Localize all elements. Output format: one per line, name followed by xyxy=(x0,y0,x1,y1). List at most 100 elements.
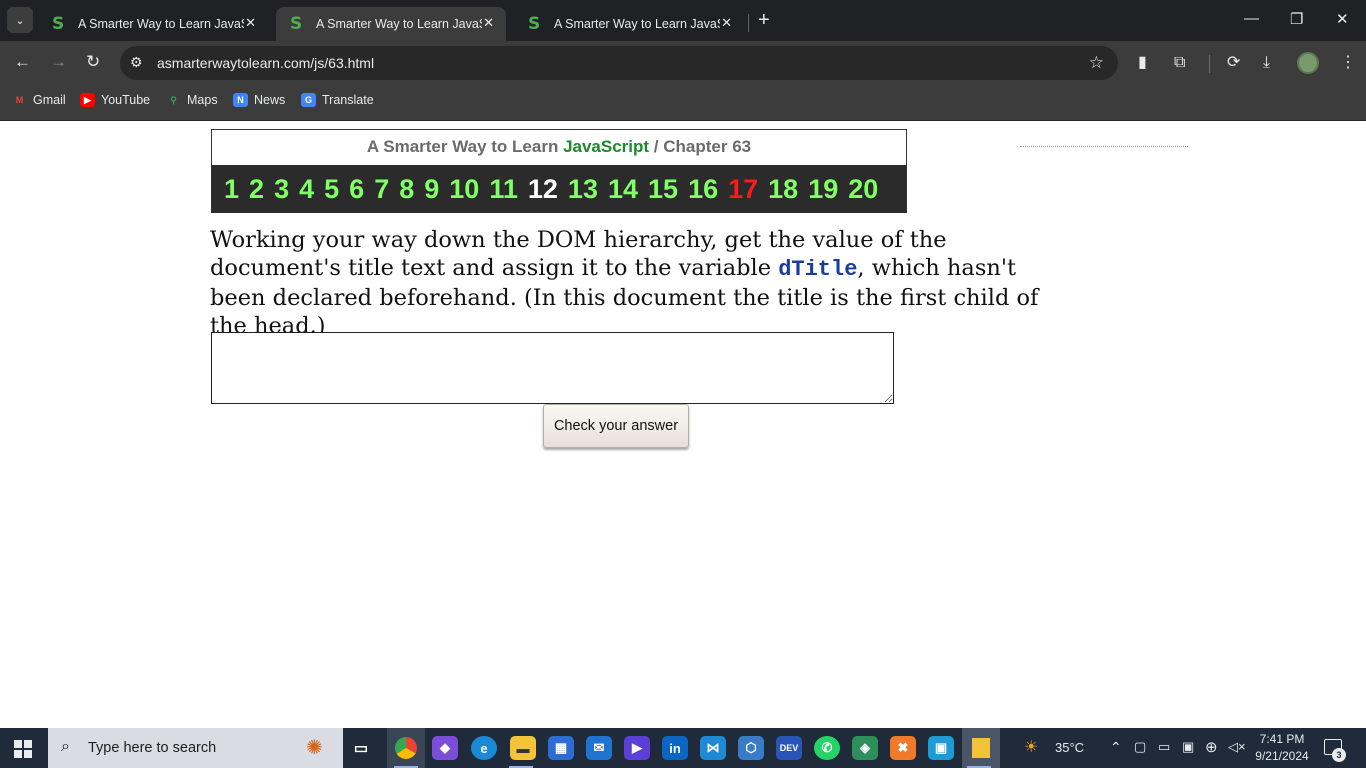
task-view-icon[interactable]: ▭ xyxy=(348,736,374,760)
devcpp-icon[interactable]: DEV xyxy=(776,736,802,760)
exercise-current-12: 12 xyxy=(527,174,558,204)
linkedin-icon[interactable]: in xyxy=(662,736,688,760)
taskbar-clock[interactable]: 7:41 PM 9/21/2024 xyxy=(1252,731,1312,765)
tab-2-active[interactable]: S A Smarter Way to Learn JavaScript ✕ xyxy=(276,7,506,41)
search-icon: ⌕ xyxy=(61,738,70,755)
news-icon: N xyxy=(233,93,248,107)
close-tab-icon[interactable]: ✕ xyxy=(245,15,256,31)
download-icon[interactable]: ⤓ xyxy=(1263,53,1270,73)
edge-icon[interactable]: e xyxy=(471,736,497,760)
dotted-divider xyxy=(1020,146,1188,147)
exercise-link-15[interactable]: 15 xyxy=(648,165,678,213)
answer-textarea[interactable] xyxy=(211,332,894,404)
site-favicon-icon: S xyxy=(528,14,541,34)
tab-1[interactable]: S A Smarter Way to Learn JavaScript ✕ xyxy=(38,7,268,41)
bookmark-news[interactable]: N News xyxy=(233,93,285,107)
display-icon[interactable]: ▣ xyxy=(1182,739,1194,755)
browser-toolbar: ← → ↻ ⚙ asmarterwaytolearn.com/js/63.htm… xyxy=(0,41,1366,85)
exercise-instruction: Working your way down the DOM hierarchy,… xyxy=(210,226,1040,340)
whatsapp-icon[interactable]: ✆ xyxy=(814,736,840,760)
exercise-link-9[interactable]: 9 xyxy=(424,165,439,213)
bookmark-translate[interactable]: G Translate xyxy=(301,93,374,107)
exercise-link-6[interactable]: 6 xyxy=(349,165,364,213)
xampp-icon[interactable]: ✖ xyxy=(890,736,916,760)
exercise-link-1[interactable]: 1 xyxy=(224,165,239,213)
exercise-link-2[interactable]: 2 xyxy=(249,165,264,213)
extension-icon[interactable]: ▮ xyxy=(1138,53,1147,73)
back-button[interactable]: ← xyxy=(14,52,31,72)
taskbar-search[interactable]: ⌕ Type here to search ✺ xyxy=(48,728,343,768)
book-title-text: A Smarter Way to Learn xyxy=(366,137,564,156)
bookmark-youtube[interactable]: ▶ YouTube xyxy=(80,93,150,107)
media-player-icon[interactable]: ▶ xyxy=(624,736,650,760)
chrome-icon[interactable] xyxy=(387,728,425,768)
close-window-icon[interactable]: ✕ xyxy=(1336,10,1349,28)
exercise-link-10[interactable]: 10 xyxy=(449,165,479,213)
tab-3[interactable]: S A Smarter Way to Learn JavaScript ✕ xyxy=(514,7,744,41)
exercise-link-19[interactable]: 19 xyxy=(808,165,838,213)
microsoft-store-icon[interactable]: ▦ xyxy=(548,736,574,760)
tab-title: A Smarter Way to Learn JavaScript xyxy=(78,17,244,31)
exercise-link-14[interactable]: 14 xyxy=(608,165,638,213)
vscode-icon[interactable]: ⋈ xyxy=(700,736,726,760)
mail-icon[interactable]: ✉ xyxy=(586,736,612,760)
chapter-number: Chapter 63 xyxy=(663,137,752,156)
javascript-highlight: JavaScript xyxy=(563,137,650,156)
exercise-link-4[interactable]: 4 xyxy=(299,165,314,213)
exercise-link-11[interactable]: 11 xyxy=(489,165,518,213)
clock-date: 9/21/2024 xyxy=(1255,749,1309,763)
maps-icon: ⚲ xyxy=(170,95,177,105)
git-icon[interactable]: ◈ xyxy=(852,736,878,760)
more-menu-icon[interactable]: ⋮ xyxy=(1340,53,1356,73)
minimize-icon[interactable]: — xyxy=(1244,10,1259,27)
profile-avatar[interactable] xyxy=(1297,52,1319,74)
performance-icon[interactable]: ⟳ xyxy=(1227,53,1240,73)
meet-icon[interactable]: ▢ xyxy=(1134,739,1146,755)
battery-icon[interactable]: ▭ xyxy=(1158,739,1170,755)
exercise-link-20[interactable]: 20 xyxy=(848,165,878,213)
check-answer-button[interactable]: Check your answer xyxy=(543,404,689,448)
exercise-link-7[interactable]: 7 xyxy=(374,165,389,213)
browser-tab-strip: ⌄ S A Smarter Way to Learn JavaScript ✕ … xyxy=(0,0,1366,41)
weather-icon[interactable]: ☀ xyxy=(1024,737,1038,757)
exercise-link-8[interactable]: 8 xyxy=(399,165,414,213)
notepad-icon[interactable] xyxy=(962,728,1000,768)
reload-button[interactable]: ↻ xyxy=(86,52,100,72)
exercise-nav: 1 2 3 4 5 6 7 8 9 10 11 12 13 14 15 16 1… xyxy=(212,165,906,213)
copilot-icon[interactable]: ◆ xyxy=(432,736,458,760)
close-tab-icon[interactable]: ✕ xyxy=(483,15,494,31)
show-hidden-icons-icon[interactable]: ⌃ xyxy=(1110,739,1122,756)
bookmark-label: Maps xyxy=(187,93,218,107)
restore-icon[interactable]: ❐ xyxy=(1290,10,1303,28)
close-tab-icon[interactable]: ✕ xyxy=(721,15,732,31)
exercise-link-18[interactable]: 18 xyxy=(768,165,798,213)
address-bar[interactable]: ⚙ asmarterwaytolearn.com/js/63.html ☆ xyxy=(120,46,1118,80)
notification-count-badge: 3 xyxy=(1332,748,1346,762)
url-text[interactable]: asmarterwaytolearn.com/js/63.html xyxy=(157,55,374,71)
network-globe-icon[interactable]: ⊕ xyxy=(1205,738,1218,756)
forward-button[interactable]: → xyxy=(50,52,67,72)
bookmark-label: Gmail xyxy=(33,93,66,107)
file-explorer-icon[interactable]: ▬ xyxy=(510,736,536,760)
weather-temp[interactable]: 35°C xyxy=(1055,740,1084,755)
virtualbox-icon[interactable]: ⬡ xyxy=(738,736,764,760)
tab-search-button[interactable]: ⌄ xyxy=(7,7,33,33)
new-tab-button[interactable]: + xyxy=(758,10,770,30)
exercise-link-16[interactable]: 16 xyxy=(688,165,718,213)
volume-muted-icon[interactable]: ◁× xyxy=(1228,739,1246,755)
windows-taskbar: ⌕ Type here to search ✺ ▭ ◆ e ▬ ▦ ✉ ▶ in… xyxy=(0,728,1366,768)
bookmark-maps[interactable]: ⚲ Maps xyxy=(166,93,218,107)
extensions-puzzle-icon[interactable]: ⧉ xyxy=(1174,53,1185,73)
exercise-link-5[interactable]: 5 xyxy=(324,165,339,213)
chapter-title: A Smarter Way to Learn JavaScript / Chap… xyxy=(212,130,906,165)
app-frame-icon[interactable]: ▣ xyxy=(928,736,954,760)
exercise-link-17[interactable]: 17 xyxy=(728,165,758,213)
exercise-link-13[interactable]: 13 xyxy=(568,165,598,213)
bookmark-star-icon[interactable]: ☆ xyxy=(1089,53,1104,73)
exercise-link-3[interactable]: 3 xyxy=(274,165,289,213)
tab-title: A Smarter Way to Learn JavaScript xyxy=(554,17,720,31)
site-favicon-icon: S xyxy=(52,14,65,34)
site-info-icon[interactable]: ⚙ xyxy=(130,54,143,71)
start-windows-icon[interactable] xyxy=(14,740,32,758)
bookmark-gmail[interactable]: M Gmail xyxy=(12,93,66,107)
